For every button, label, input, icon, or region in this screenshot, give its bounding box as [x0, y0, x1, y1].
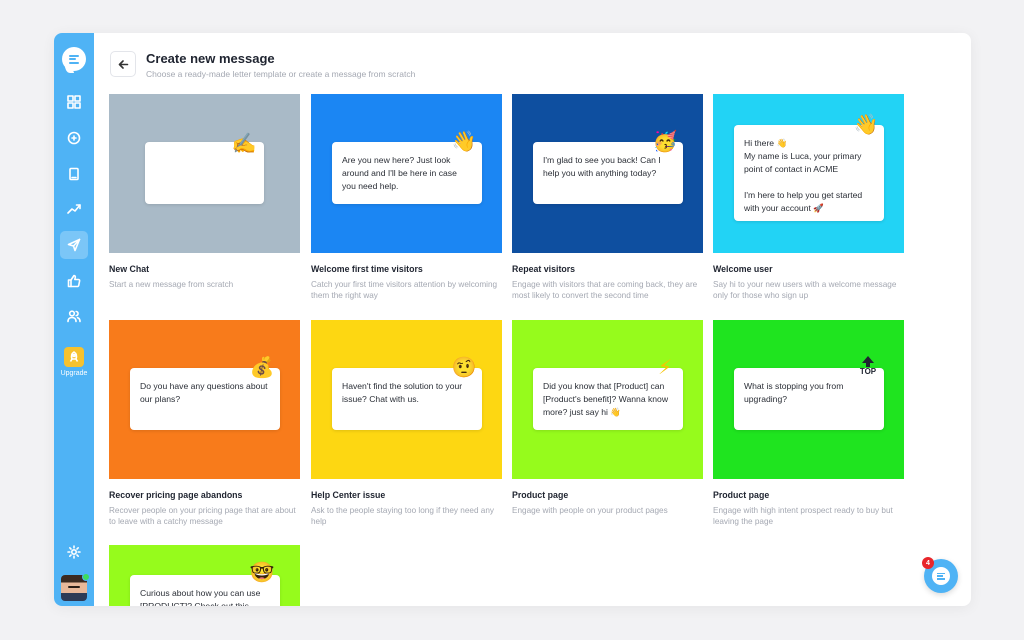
- rocket-icon[interactable]: [64, 347, 84, 367]
- template-title: Welcome first time visitors: [311, 264, 423, 274]
- chat-logo-icon: [932, 567, 950, 585]
- top-arrow-icon: TOP: [857, 356, 879, 377]
- online-status-indicator: [82, 573, 90, 581]
- template-title: Product page: [512, 490, 569, 500]
- send-icon[interactable]: [60, 231, 88, 259]
- party-face-icon: 🥳: [652, 129, 678, 153]
- template-thumbnail[interactable]: Curious about how you can use [PRODUCT]?…: [109, 545, 300, 606]
- money-bag-icon: 💰: [249, 355, 275, 379]
- template-card-welcome-user[interactable]: Hi there 👋 My name is Luca, your primary…: [713, 94, 904, 301]
- thumbs-up-icon[interactable]: [60, 267, 88, 295]
- template-description: Catch your first time visitors attention…: [311, 280, 498, 300]
- template-thumbnail[interactable]: ✍️: [109, 94, 300, 253]
- book-icon[interactable]: [60, 160, 88, 188]
- template-thumbnail[interactable]: Are you new here? Just look around and I…: [311, 94, 502, 253]
- template-title: Welcome user: [713, 264, 773, 274]
- message-bubble-preview: Hi there 👋 My name is Luca, your primary…: [734, 125, 884, 221]
- template-thumbnail[interactable]: Haven't find the solution to your issue?…: [311, 320, 502, 479]
- lightning-icon: ⚡: [657, 355, 673, 379]
- message-bubble-preview: What is stopping you from upgrading?: [734, 368, 884, 430]
- top-label: TOP: [859, 367, 877, 376]
- template-thumbnail[interactable]: Do you have any questions about our plan…: [109, 320, 300, 479]
- raised-eyebrow-face-icon: 🤨: [451, 355, 477, 379]
- template-description: Ask to the people staying too long if th…: [311, 506, 494, 526]
- template-card-welcome-visitors[interactable]: Are you new here? Just look around and I…: [311, 94, 502, 301]
- template-title: Recover pricing page abandons: [109, 490, 243, 500]
- back-button[interactable]: [110, 51, 136, 77]
- template-thumbnail[interactable]: Did you know that [Product] can [Product…: [512, 320, 703, 479]
- template-description: Recover people on your pricing page that…: [109, 506, 296, 526]
- chat-bubble-icon[interactable]: [60, 124, 88, 152]
- template-description: Start a new message from scratch: [109, 280, 234, 289]
- template-card-product-page[interactable]: Did you know that [Product] can [Product…: [512, 320, 703, 516]
- template-description: Say hi to your new users with a welcome …: [713, 280, 897, 300]
- template-title: Product page: [713, 490, 770, 500]
- template-description: Engage with visitors that are coming bac…: [512, 280, 698, 300]
- writing-hand-icon: ✍️: [231, 131, 257, 155]
- template-description: Engage with people on your product pages: [512, 506, 668, 515]
- waving-hand-icon: 👋: [451, 129, 477, 153]
- template-title: Repeat visitors: [512, 264, 576, 274]
- waving-hand-icon: 👋: [853, 112, 879, 136]
- template-card-repeat-visitors[interactable]: I'm glad to see you back! Can I help you…: [512, 94, 703, 301]
- app-logo-icon[interactable]: [62, 47, 86, 73]
- template-thumbnail[interactable]: Hi there 👋 My name is Luca, your primary…: [713, 94, 904, 253]
- template-thumbnail[interactable]: What is stopping you from upgrading? TOP: [713, 320, 904, 479]
- trend-up-icon[interactable]: [60, 195, 88, 223]
- grid-icon[interactable]: [60, 88, 88, 116]
- nerd-face-icon: 🤓: [249, 560, 275, 584]
- page-title: Create new message: [146, 51, 275, 66]
- gear-icon[interactable]: [60, 538, 88, 566]
- users-icon[interactable]: [60, 302, 88, 330]
- upgrade-label[interactable]: Upgrade: [54, 370, 94, 377]
- template-card-pricing-abandons[interactable]: Do you have any questions about our plan…: [109, 320, 300, 527]
- sidebar: Upgrade: [54, 33, 94, 606]
- template-card-product-page-upgrade[interactable]: What is stopping you from upgrading? TOP…: [713, 320, 904, 527]
- template-card-help-center[interactable]: Haven't find the solution to your issue?…: [311, 320, 502, 527]
- unread-count-badge: 4: [922, 557, 934, 569]
- arrow-left-icon: [118, 59, 128, 69]
- app-window: Upgrade Create new message Choose a read…: [54, 33, 971, 606]
- template-card-new-chat[interactable]: ✍️ New Chat Start a new message from scr…: [109, 94, 300, 290]
- template-thumbnail[interactable]: I'm glad to see you back! Can I help you…: [512, 94, 703, 253]
- template-title: Help Center issue: [311, 490, 386, 500]
- template-card-curious[interactable]: Curious about how you can use [PRODUCT]?…: [109, 545, 300, 606]
- template-title: New Chat: [109, 264, 150, 274]
- page-subtitle: Choose a ready-made letter template or c…: [146, 69, 416, 79]
- template-description: Engage with high intent prospect ready t…: [713, 506, 893, 526]
